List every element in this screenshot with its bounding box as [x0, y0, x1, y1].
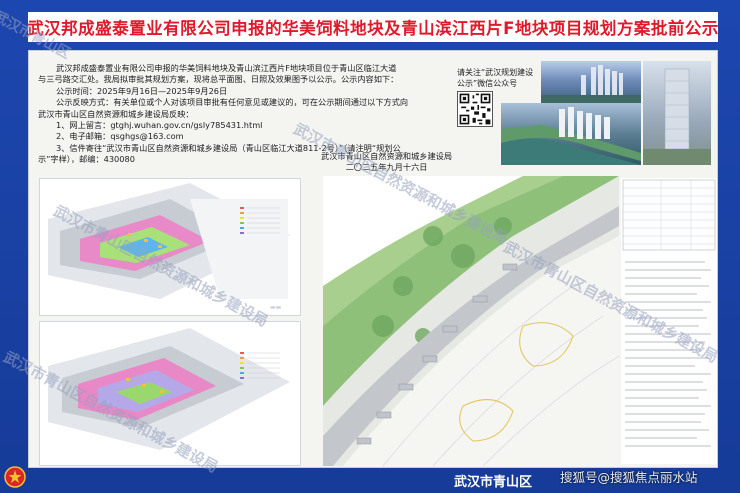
emblem-icon — [4, 466, 26, 488]
notice-line: 2、电子邮箱：qsghgs@163.com — [56, 131, 184, 142]
page-title: 武汉邦成盛泰置业有限公司申报的华美饲料地块及青山滨江西片F地块项目规划方案批前公… — [27, 19, 719, 38]
sunlight-analysis-map-2 — [39, 321, 301, 466]
rendering-aerial — [541, 61, 641, 103]
notice-board: 武汉邦成盛泰置业有限公司申报的华美饲料地块及青山滨江西片F地块项目位于青山区临江… — [28, 50, 718, 468]
rendering-tower — [643, 61, 711, 165]
notice-signature: 武汉市青山区自然资源和城乡建设局 二〇二五年九月十六日 — [321, 151, 452, 173]
source-watermark: 搜狐号@搜狐焦点丽水站 — [560, 470, 698, 485]
notice-line: 公示时间：2025年9月16日—2025年9月26日 — [56, 85, 228, 96]
signature-date: 二〇二五年九月十六日 — [345, 162, 428, 172]
svg-text:▬▬: ▬▬ — [270, 304, 282, 311]
notice-line: 武汉市青山区自然资源和城乡建设局反映： — [38, 108, 194, 119]
signature-org: 武汉市青山区自然资源和城乡建设局 — [321, 151, 453, 161]
notice-line: 与三弓路交汇处。我局拟审批其规划方案，现将总平面图、日照及效果图予以公示。公示内… — [38, 74, 399, 85]
notice-line: 武汉邦成盛泰置业有限公司申报的华美饲料地块及青山滨江西片F地块项目位于青山区临江… — [56, 63, 397, 73]
rendering-riverside — [501, 103, 641, 165]
technical-indicators-table — [621, 178, 717, 464]
page-frame: 武汉邦成盛泰置业有限公司申报的华美饲料地块及青山滨江西片F地块项目规划方案批前公… — [0, 0, 740, 493]
qr-caption: 请关注“武汉规划建设公示”微信公众号 — [457, 68, 534, 88]
notice-line: 公示反映方式：有关单位或个人对该项目审批有任何意见或建议的，可在公示期间通过以下… — [56, 97, 409, 108]
footer-organization: 武汉市青山区 — [454, 475, 533, 490]
site-master-plan — [323, 176, 619, 466]
qr-code-icon — [457, 91, 493, 127]
sunlight-analysis-map-1: ▬▬ — [39, 178, 301, 316]
notice-line: 1、网上留言：gtghj.wuhan.gov.cn/gsly785431.htm… — [56, 120, 263, 131]
title-banner: 武汉邦成盛泰置业有限公司申报的华美饲料地块及青山滨江西片F地块项目规划方案批前公… — [27, 12, 719, 42]
